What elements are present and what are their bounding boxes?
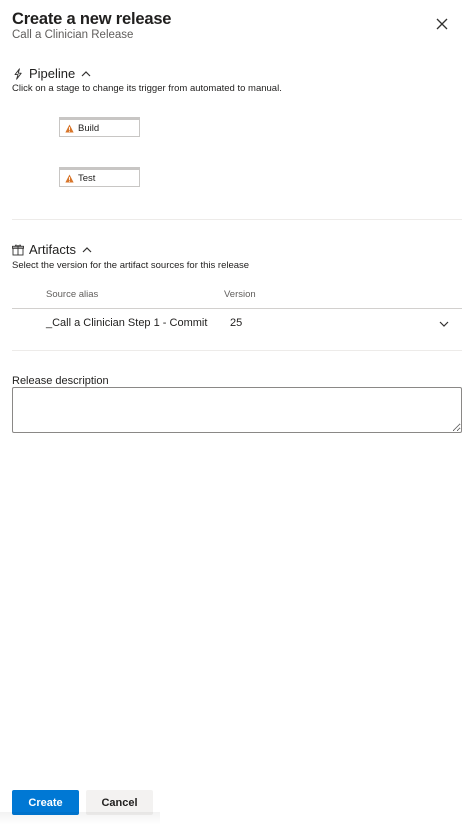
table-row-separator [12, 308, 462, 309]
divider [12, 219, 462, 220]
stage-test[interactable]: Test [59, 167, 140, 187]
close-button[interactable] [432, 14, 452, 34]
page-subtitle: Call a Clinician Release [12, 29, 134, 41]
chevron-down-icon[interactable] [438, 317, 450, 335]
warning-icon [65, 123, 74, 133]
lightning-icon [12, 67, 24, 80]
artifacts-label: Artifacts [29, 242, 76, 257]
warning-icon [65, 173, 74, 183]
artifact-version-select[interactable]: 25 [230, 317, 242, 329]
close-icon [436, 18, 448, 30]
pipeline-description: Click on a stage to change its trigger f… [12, 83, 282, 94]
pipeline-section-header: Pipeline [12, 66, 92, 81]
stage-label: Build [78, 122, 100, 134]
release-description-input[interactable] [12, 387, 462, 433]
artifacts-section-header: Artifacts [12, 242, 93, 257]
divider [12, 350, 462, 351]
page-title: Create a new release [12, 10, 172, 28]
release-description-label: Release description [12, 375, 109, 387]
artifact-source-alias: _Call a Clinician Step 1 - Commit [46, 317, 208, 329]
pipeline-label: Pipeline [29, 66, 76, 81]
stage-label: Test [78, 172, 96, 184]
footer-shadow [0, 812, 160, 825]
column-header-version: Version [224, 289, 256, 300]
chevron-up-icon[interactable] [81, 244, 93, 256]
chevron-up-icon[interactable] [80, 68, 92, 80]
column-header-source-alias: Source alias [46, 289, 99, 300]
package-icon [12, 244, 24, 256]
stage-build[interactable]: Build [59, 117, 140, 137]
artifacts-description: Select the version for the artifact sour… [12, 260, 250, 271]
